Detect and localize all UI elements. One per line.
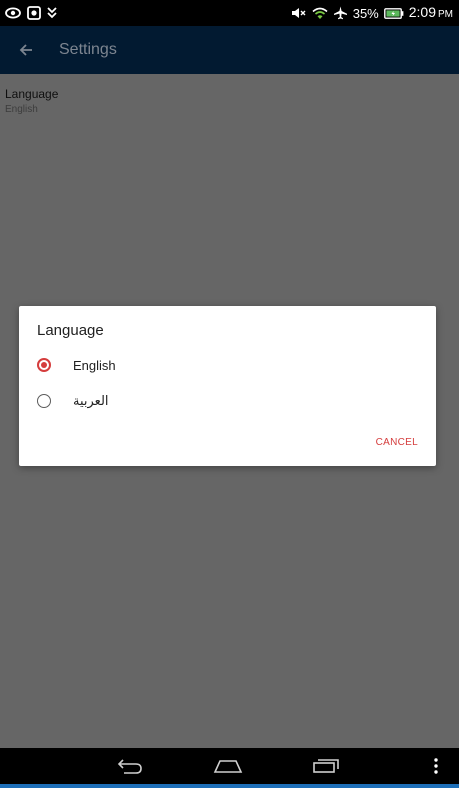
- battery-icon: [383, 7, 404, 19]
- language-option-arabic[interactable]: العربية: [37, 389, 109, 413]
- option-label: العربية: [73, 393, 109, 408]
- airplane-icon: [333, 6, 348, 20]
- radio-unselected-icon[interactable]: [37, 394, 51, 408]
- dialog-title: Language: [37, 322, 104, 339]
- back-icon[interactable]: [110, 752, 150, 780]
- back-arrow-icon[interactable]: [14, 38, 38, 62]
- preference-summary: English: [5, 104, 38, 115]
- radio-selected-icon[interactable]: [37, 358, 51, 372]
- wifi-icon: [312, 7, 328, 20]
- screen: 35% 2:09 PM Settings Language English La…: [0, 0, 459, 788]
- language-dialog: Language English العربية CANCEL: [19, 306, 436, 466]
- cancel-button[interactable]: CANCEL: [376, 437, 418, 448]
- download-notification-icon: [47, 7, 57, 19]
- clock-ampm: PM: [438, 9, 453, 20]
- clock: 2:09 PM: [409, 4, 453, 22]
- page-title: Settings: [59, 41, 117, 58]
- status-bar-notifications: [5, 6, 57, 20]
- bottom-accent-stripe: [0, 784, 459, 788]
- preference-title: Language: [5, 87, 59, 101]
- screen-record-icon: [27, 6, 41, 20]
- clock-time: 2:09: [408, 4, 436, 20]
- app-bar: Settings: [0, 26, 459, 74]
- radio-dot: [41, 362, 47, 368]
- home-icon[interactable]: [208, 752, 248, 780]
- status-bar-system: 35% 2:09 PM: [291, 4, 453, 22]
- mute-icon: [291, 7, 307, 19]
- status-bar: 35% 2:09 PM: [0, 0, 459, 26]
- battery-percent: 35%: [352, 5, 379, 21]
- overflow-menu-icon[interactable]: [426, 752, 446, 780]
- recent-apps-icon[interactable]: [306, 752, 346, 780]
- option-label: English: [73, 357, 116, 373]
- eye-icon: [5, 7, 21, 19]
- language-option-english[interactable]: English: [37, 353, 116, 377]
- navigation-bar: [0, 748, 459, 784]
